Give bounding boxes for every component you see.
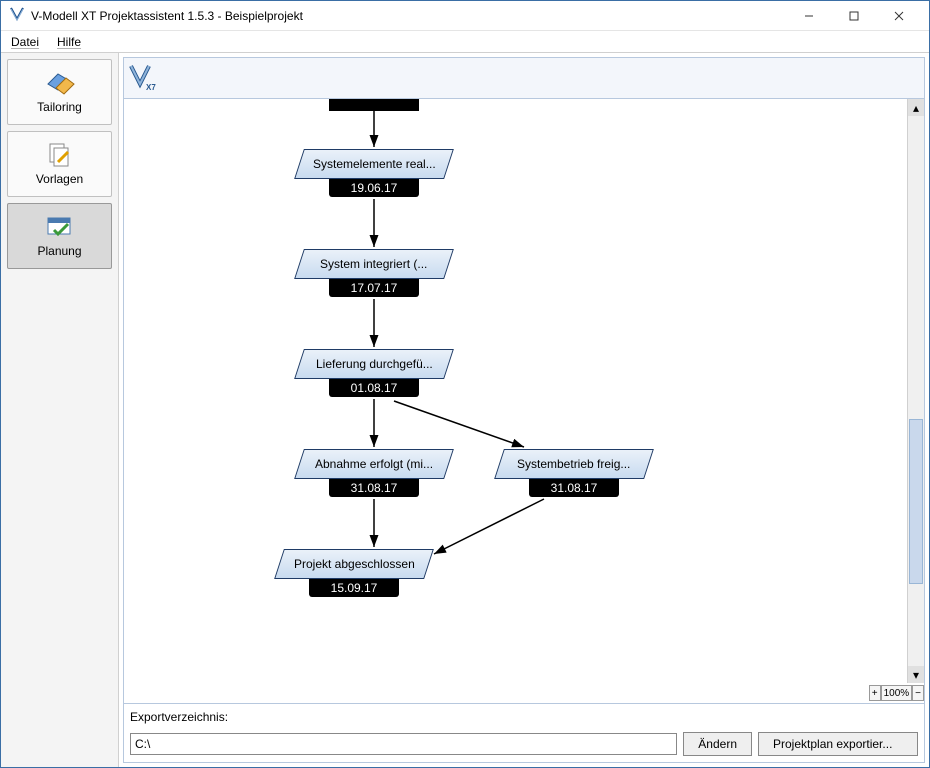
milestone-node[interactable]: Systembetrieb freig... 31.08.17 xyxy=(499,449,649,497)
planung-icon xyxy=(44,214,76,240)
milestone-node[interactable]: Abnahme erfolgt (mi... 31.08.17 xyxy=(299,449,449,497)
milestone-node[interactable]: System integriert (... 17.07.17 xyxy=(299,249,449,297)
milestone-label: Systembetrieb freig... xyxy=(517,457,630,471)
minimize-button[interactable] xyxy=(786,2,831,30)
sidebar-item-label: Vorlagen xyxy=(36,172,83,186)
svg-text:X7: X7 xyxy=(146,83,156,92)
vmodell-logo-icon: X7 xyxy=(128,62,162,95)
milestone-label: Lieferung durchgefü... xyxy=(316,357,433,371)
milestone-label: Projekt abgeschlossen xyxy=(294,557,415,571)
menu-file[interactable]: Datei xyxy=(11,35,39,49)
milestone-date: 19.06.17 xyxy=(329,179,419,197)
zoom-in-button[interactable]: + xyxy=(869,685,881,701)
zoom-out-button[interactable]: − xyxy=(912,685,924,701)
milestone-date: 31.08.17 xyxy=(329,479,419,497)
milestone-node[interactable]: Lieferung durchgefü... 01.08.17 xyxy=(299,349,449,397)
maximize-button[interactable] xyxy=(831,2,876,30)
vorlagen-icon xyxy=(44,142,76,168)
diagram-toolbar: X7 xyxy=(123,57,925,99)
scroll-thumb[interactable] xyxy=(909,419,923,584)
menu-help[interactable]: Hilfe xyxy=(57,35,81,49)
zoom-level[interactable]: 100% xyxy=(881,685,913,701)
export-dir-label: Exportverzeichnis: xyxy=(130,710,918,724)
change-dir-button[interactable]: Ändern xyxy=(683,732,752,756)
export-plan-button[interactable]: Projektplan exportier... xyxy=(758,732,918,756)
milestone-node[interactable]: Systemelemente real... 19.06.17 xyxy=(299,149,449,197)
vertical-scrollbar[interactable]: ▴ ▾ xyxy=(907,99,924,683)
milestone-label: System integriert (... xyxy=(320,257,427,271)
sidebar-item-planung[interactable]: Planung xyxy=(7,203,112,269)
sidebar-item-vorlagen[interactable]: Vorlagen xyxy=(7,131,112,197)
window-title: V-Modell XT Projektassistent 1.5.3 - Bei… xyxy=(31,9,303,23)
export-dir-input[interactable] xyxy=(130,733,677,755)
sidebar-item-label: Tailoring xyxy=(37,100,82,114)
milestone-date: 15.09.17 xyxy=(309,579,399,597)
milestone-label: Systemelemente real... xyxy=(313,157,436,171)
sidebar-item-label: Planung xyxy=(37,244,81,258)
scroll-up-icon[interactable]: ▴ xyxy=(908,99,924,116)
milestone-label: Abnahme erfolgt (mi... xyxy=(315,457,433,471)
milestone-date: 01.08.17 xyxy=(329,379,419,397)
milestone-date: 17.07.17 xyxy=(329,279,419,297)
milestone-node[interactable]: Projekt abgeschlossen 15.09.17 xyxy=(279,549,429,597)
scroll-down-icon[interactable]: ▾ xyxy=(908,666,924,683)
app-icon xyxy=(9,6,25,25)
close-button[interactable] xyxy=(876,2,921,30)
project-plan-diagram[interactable]: Systemelemente real... 19.06.17 System i… xyxy=(124,99,924,703)
sidebar-item-tailoring[interactable]: Tailoring xyxy=(7,59,112,125)
tailoring-icon xyxy=(44,70,76,96)
milestone-date: 31.08.17 xyxy=(529,479,619,497)
